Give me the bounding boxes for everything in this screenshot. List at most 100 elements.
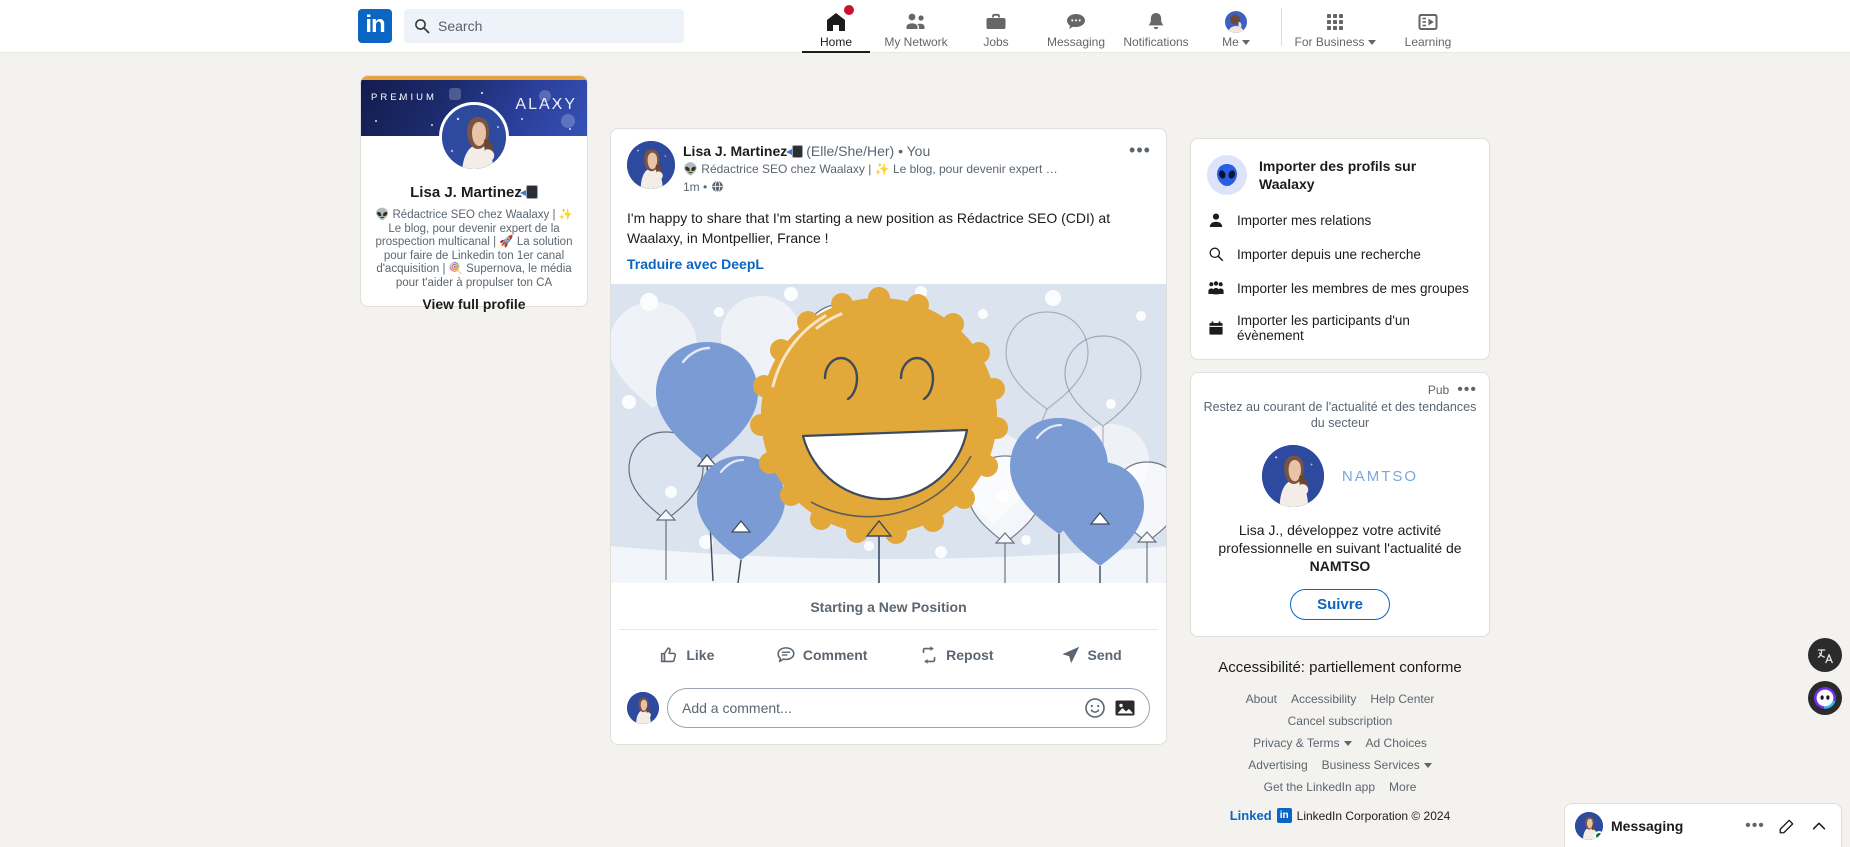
footer-link-ad-choices[interactable]: Ad Choices [1366, 736, 1427, 750]
post-author-line: Lisa J. Martinez (Elle/She/Her) • You [683, 142, 1150, 160]
ad-follow-button[interactable]: Suivre [1290, 589, 1390, 620]
profile-card: PREMIUM ALAXY Lisa J. Martinez 👽 Rédactr… [360, 75, 588, 307]
accessibility-status-line: Accessibilité: partiellement conforme [1218, 659, 1462, 676]
footer-row: Privacy & Terms Ad Choices [1190, 736, 1490, 750]
alien-icon [1814, 687, 1836, 709]
avatar-icon [1224, 9, 1248, 34]
image-icon[interactable] [1113, 696, 1137, 720]
messaging-compose-button[interactable] [1775, 814, 1799, 838]
footer-link-cancel-subscription[interactable]: Cancel subscription [1288, 714, 1393, 728]
repost-icon [922, 646, 936, 664]
messaging-more-options-button[interactable]: ••• [1743, 814, 1767, 838]
footer-link-advertising[interactable]: Advertising [1248, 758, 1307, 772]
post-author-avatar[interactable] [627, 141, 675, 189]
nav-label-jobs: Jobs [983, 35, 1009, 49]
cover-brand-text: ALAXY [515, 96, 577, 113]
copyright-line: Linked in LinkedIn Corporation © 2024 [1190, 808, 1490, 823]
waalaxy-item-import-search[interactable]: Importer depuis une recherche [1207, 245, 1473, 263]
verification-badge-icon [519, 185, 538, 199]
post-header: Lisa J. Martinez (Elle/She/Her) • You 👽 R… [611, 129, 1166, 196]
nav-item-for-business[interactable]: For Business [1287, 1, 1383, 53]
nav-item-notifications[interactable]: Notifications [1116, 1, 1196, 53]
nav-item-home[interactable]: Home [796, 1, 876, 53]
ad-pub-label: Pub [1427, 383, 1450, 397]
globe-icon [711, 180, 723, 193]
waalaxy-item-import-groups[interactable]: Importer les membres de mes groupes [1207, 279, 1473, 297]
like-button[interactable]: Like [619, 634, 754, 676]
comment-input[interactable] [682, 700, 1077, 716]
footer-link-accessibility[interactable]: Accessibility [1291, 692, 1356, 706]
post-body-text: I'm happy to share that I'm starting a n… [627, 210, 1111, 246]
post-meta: 1m • [683, 179, 1150, 196]
post-author-pronouns: (Elle/She/Her) [806, 143, 895, 159]
search-input[interactable] [438, 18, 668, 34]
footer-link-about[interactable]: About [1246, 692, 1277, 706]
nav-label-learning: Learning [1404, 35, 1452, 49]
nav-label-for-business-text: For Business [1294, 35, 1365, 49]
waalaxy-item-import-relations[interactable]: Importer mes relations [1207, 211, 1473, 229]
footer-link-help-center[interactable]: Help Center [1370, 692, 1434, 706]
feed-post: Lisa J. Martinez (Elle/She/Her) • You 👽 R… [610, 128, 1167, 745]
nav-item-jobs[interactable]: Jobs [956, 1, 1036, 53]
profile-avatar[interactable] [439, 102, 509, 172]
thumbs-up-icon [661, 647, 677, 663]
ad-avatar[interactable] [1261, 445, 1324, 507]
ad-media-row: NAMTSO [1203, 445, 1477, 507]
nav-item-learning[interactable]: Learning [1383, 1, 1473, 53]
comment-input-field[interactable] [667, 688, 1150, 728]
comment-button[interactable]: Comment [754, 634, 889, 676]
waalaxy-item-import-event[interactable]: Importer les participants d'un évènement [1207, 313, 1473, 343]
post-meta-sep: • [703, 180, 708, 194]
footer-row: About Accessibility Help Center [1190, 692, 1490, 706]
post-action-bar: Like Comment Repost Send [619, 629, 1158, 680]
footer-link-privacy-terms[interactable]: Privacy & Terms [1253, 736, 1352, 750]
translate-with-deepl-link[interactable]: Traduire avec DeepL [611, 248, 1166, 284]
comment-user-avatar[interactable] [627, 692, 659, 724]
ad-copy-text: Lisa J., développez votre activité profe… [1203, 521, 1477, 575]
view-full-profile-button[interactable]: View full profile [360, 290, 588, 318]
premium-label: PREMIUM [371, 92, 437, 103]
translate-fab[interactable] [1808, 638, 1842, 672]
nav-label-notifications: Notifications [1123, 35, 1189, 49]
group-icon [1207, 279, 1225, 297]
nav-item-me[interactable]: Me [1196, 1, 1276, 53]
main-feed: Lisa J. Martinez (Elle/She/Her) • You 👽 R… [610, 128, 1167, 745]
waalaxy-fab[interactable] [1808, 681, 1842, 715]
nav-item-messaging[interactable]: Messaging [1036, 1, 1116, 53]
ad-more-options-button[interactable]: ••• [1457, 382, 1477, 398]
grid-icon [1324, 9, 1346, 34]
people-icon [904, 9, 928, 34]
search-box[interactable] [404, 9, 684, 43]
emoji-icon[interactable] [1083, 696, 1107, 720]
send-button[interactable]: Send [1023, 634, 1158, 676]
profile-name-text: Lisa J. Martinez [410, 184, 522, 201]
waalaxy-item-label: Importer depuis une recherche [1237, 246, 1421, 262]
speech-bubble-icon [1064, 9, 1088, 34]
ad-tagline: Restez au courant de l'actualité et des … [1203, 400, 1477, 430]
cover-dot-badge [561, 114, 575, 128]
alien-icon [1207, 155, 1247, 195]
nav-item-my-network[interactable]: My Network [876, 1, 956, 53]
post-image-caption: Starting a New Position [810, 599, 967, 615]
messaging-expand-button[interactable] [1807, 814, 1831, 838]
repost-button[interactable]: Repost [889, 634, 1024, 676]
post-author-headline: 👽 Rédactrice SEO chez Waalaxy | ✨ Le blo… [683, 162, 1058, 176]
footer-row: Cancel subscription [1190, 714, 1490, 728]
footer-link-get-app[interactable]: Get the LinkedIn app [1264, 780, 1375, 794]
waalaxy-item-label: Importer mes relations [1237, 212, 1372, 228]
linkedin-logo[interactable]: in [358, 9, 392, 43]
ad-copy-brand: NAMTSO [1309, 558, 1371, 574]
nav-label-messaging: Messaging [1046, 35, 1106, 49]
post-author-name[interactable]: Lisa J. Martinez [683, 143, 787, 159]
profile-headline: 👽 Rédactrice SEO chez Waalaxy | ✨ Le blo… [374, 209, 573, 289]
messaging-bar[interactable]: Messaging ••• [1564, 803, 1842, 847]
footer-link-business-services[interactable]: Business Services [1322, 758, 1432, 772]
comment-bubble-icon [777, 647, 795, 663]
footer-link-more[interactable]: More [1389, 780, 1416, 794]
messaging-avatar[interactable] [1575, 811, 1603, 840]
post-more-options-button[interactable]: ••• [1126, 141, 1154, 165]
person-icon [1207, 211, 1225, 229]
post-celebration-image[interactable] [611, 284, 1166, 583]
nav-label-for-business: For Business [1294, 35, 1376, 49]
linkedin-wordmark: Linked [1229, 808, 1272, 823]
